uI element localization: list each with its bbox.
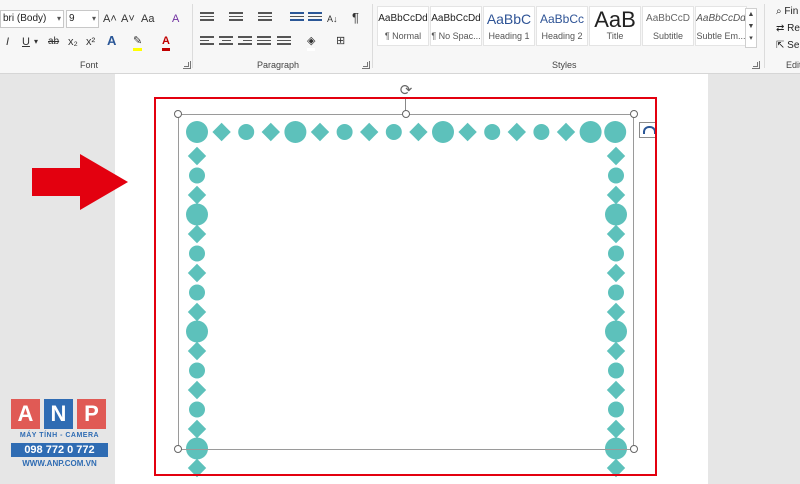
font-name-box[interactable]: bri (Body) ▾	[0, 10, 64, 28]
increase-indent-icon[interactable]	[308, 12, 322, 24]
style-name: ¶ No Spac...	[431, 31, 481, 41]
align-left-icon[interactable]	[200, 36, 214, 48]
justify-icon[interactable]	[257, 36, 271, 48]
style-heading-2[interactable]: AaBbCc Heading 2	[536, 6, 588, 46]
ribbon: bri (Body) ▾ 9 ▾ A˄ A˅ Aa A I U ▾ ab x₂ x²…	[0, 0, 800, 74]
paragraph-group-label: Paragraph	[257, 60, 300, 70]
style-normal[interactable]: AaBbCcDd ¶ Normal	[377, 6, 429, 46]
style-name: Heading 1	[488, 31, 530, 41]
style-sample: AaB	[594, 7, 636, 31]
style-name: ¶ Normal	[384, 31, 422, 41]
select-button[interactable]: ⇱ Sel	[776, 40, 800, 51]
highlight-box	[154, 97, 657, 476]
sort-button[interactable]: A↓	[327, 12, 338, 26]
style-title[interactable]: AaB Title	[589, 6, 641, 46]
superscript-button[interactable]: x²	[86, 35, 95, 49]
anp-logo: A N P MÁY TÍNH - CAMERA 098 772 0 772 WW…	[11, 399, 108, 471]
decrease-indent-icon[interactable]	[290, 12, 304, 24]
style-no-spacing[interactable]: AaBbCcDd ¶ No Spac...	[430, 6, 482, 46]
divider	[192, 4, 193, 68]
borders-icon[interactable]: ⊞	[336, 34, 345, 48]
shading-icon[interactable]: ◈	[307, 34, 316, 51]
style-sample: AaBbCcDd	[431, 13, 481, 24]
change-case-button[interactable]: Aa	[141, 12, 154, 26]
find-button[interactable]: ⌕ Fin	[776, 6, 798, 17]
font-dialog-launcher-icon[interactable]	[183, 61, 191, 69]
text-effects-button[interactable]: A	[107, 34, 116, 48]
style-sample: AaBbCcDd	[378, 13, 428, 24]
style-sample: AaBbCcDd	[696, 13, 746, 24]
style-sample: AaBbCcD	[646, 13, 690, 24]
chevron-down-icon: ▾	[56, 14, 61, 23]
style-sample: AaBbC	[486, 11, 532, 27]
logo-phone: 098 772 0 772	[11, 443, 108, 457]
style-sample: AaBbCc	[539, 12, 585, 26]
subscript-button[interactable]: x₂	[68, 35, 78, 49]
editing-group-label: Edit	[786, 60, 800, 70]
divider	[372, 4, 373, 68]
logo-letter: P	[77, 399, 106, 429]
font-color-button[interactable]: A	[162, 34, 170, 51]
italic-button[interactable]: I	[6, 35, 9, 49]
divider	[764, 4, 765, 68]
font-size-value: 9	[69, 13, 75, 24]
styles-group-label: Styles	[552, 60, 577, 70]
chevron-down-icon: ▾	[91, 14, 96, 23]
strikethrough-button[interactable]: ab	[48, 35, 59, 49]
style-heading-1[interactable]: AaBbC Heading 1	[483, 6, 535, 46]
clear-formatting-button[interactable]: A	[172, 12, 179, 26]
shrink-font-button[interactable]: A˅	[121, 12, 135, 26]
show-formatting-button[interactable]: ¶	[352, 11, 359, 25]
highlight-color-button[interactable]: ✎	[133, 34, 143, 51]
style-subtitle[interactable]: AaBbCcD Subtitle	[642, 6, 694, 46]
styles-dialog-launcher-icon[interactable]	[752, 61, 760, 69]
logo-website: WWW.ANP.COM.VN	[22, 459, 97, 468]
align-center-icon[interactable]	[219, 36, 233, 48]
line-spacing-icon[interactable]	[277, 36, 291, 48]
select-label: Sel	[787, 40, 800, 51]
gallery-scroll-icon[interactable]: ▲ ▼ ▾	[745, 8, 757, 48]
numbering-icon[interactable]	[229, 12, 243, 24]
style-name: Subtle Em...	[696, 31, 746, 41]
font-name-value: bri (Body)	[3, 13, 47, 24]
multilevel-list-icon[interactable]	[258, 12, 272, 24]
find-label: Fin	[784, 6, 799, 17]
logo-letter: A	[11, 399, 40, 429]
pointer-arrow-icon	[32, 154, 128, 210]
paragraph-dialog-launcher-icon[interactable]	[362, 61, 370, 69]
replace-button[interactable]: ⇄ Re	[776, 23, 800, 34]
style-subtle-emphasis[interactable]: AaBbCcDd Subtle Em...	[695, 6, 747, 46]
style-name: Title	[606, 31, 624, 41]
grow-font-button[interactable]: A˄	[103, 12, 117, 26]
logo-tagline: MÁY TÍNH - CAMERA	[19, 432, 100, 439]
font-size-box[interactable]: 9 ▾	[66, 10, 99, 28]
chevron-down-icon[interactable]: ▾	[34, 35, 38, 49]
bullets-icon[interactable]	[200, 12, 214, 24]
align-right-icon[interactable]	[238, 36, 252, 48]
logo-letter: N	[44, 399, 73, 429]
style-name: Subtitle	[652, 31, 684, 41]
style-name: Heading 2	[541, 31, 583, 41]
font-group-label: Font	[80, 60, 99, 70]
replace-label: Re	[787, 23, 800, 34]
underline-button[interactable]: U	[22, 35, 30, 49]
